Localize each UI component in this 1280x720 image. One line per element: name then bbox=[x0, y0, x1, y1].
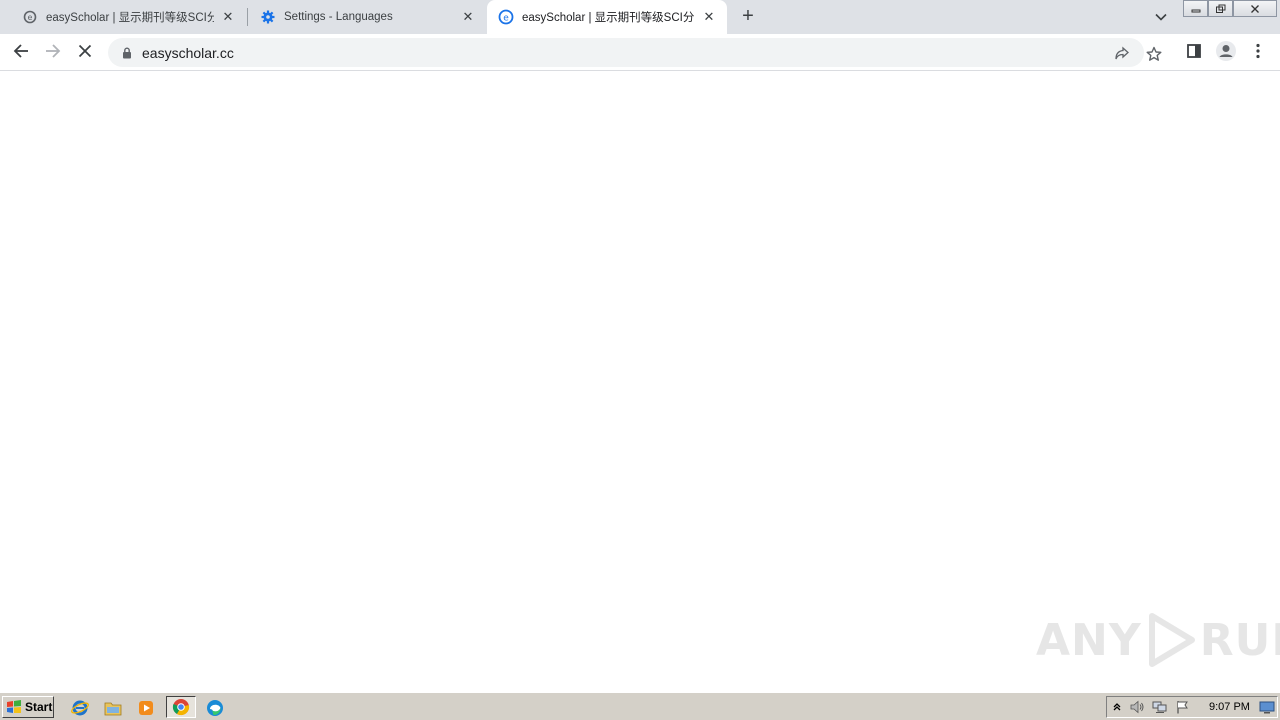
media-player-icon[interactable] bbox=[135, 697, 157, 718]
ie-icon[interactable] bbox=[69, 697, 91, 718]
tab-strip: e easyScholar | 显示期刊等级SCI分区 ✕ Settings -… bbox=[0, 0, 1280, 34]
menu-icon bbox=[1256, 43, 1260, 64]
lock-icon[interactable] bbox=[120, 46, 134, 60]
omnibox[interactable] bbox=[108, 38, 1162, 67]
close-tab-icon[interactable]: ✕ bbox=[220, 9, 236, 25]
close-window-button[interactable] bbox=[1233, 0, 1277, 17]
system-tray: 9:07 PM bbox=[1106, 696, 1278, 718]
side-panel-icon bbox=[1187, 43, 1201, 63]
tab-easyscholar-active[interactable]: e easyScholar | 显示期刊等级SCI分区 ✕ bbox=[487, 0, 727, 34]
browser-toolbar bbox=[0, 34, 1280, 71]
address-input[interactable] bbox=[142, 44, 1042, 61]
minimize-button[interactable] bbox=[1183, 0, 1208, 17]
window-controls bbox=[1183, 0, 1277, 18]
profile-button[interactable] bbox=[1213, 40, 1239, 66]
tab-title: easyScholar | 显示期刊等级SCI分区 bbox=[522, 12, 695, 24]
tab-settings-languages[interactable]: Settings - Languages ✕ bbox=[248, 0, 486, 34]
start-label: Start bbox=[25, 700, 53, 714]
easyscholar-icon: e bbox=[22, 9, 38, 25]
stop-loading-icon bbox=[78, 44, 92, 63]
share-icon[interactable] bbox=[1113, 45, 1131, 63]
close-tab-icon[interactable]: ✕ bbox=[701, 9, 717, 25]
chrome-icon[interactable] bbox=[166, 696, 196, 718]
restore-button[interactable] bbox=[1208, 0, 1233, 17]
side-panel-button[interactable] bbox=[1181, 40, 1207, 66]
watermark-text-left: ANY bbox=[1036, 614, 1142, 666]
tab-title: Settings - Languages bbox=[284, 11, 393, 23]
windows-flag-icon bbox=[7, 700, 21, 713]
edge-icon[interactable] bbox=[204, 697, 226, 718]
show-hidden-icons-icon[interactable] bbox=[1109, 699, 1125, 715]
start-button[interactable]: Start bbox=[2, 696, 54, 718]
forward-button[interactable] bbox=[40, 40, 66, 66]
bookmark-star-icon[interactable] bbox=[1145, 45, 1163, 63]
svg-text:e: e bbox=[503, 14, 509, 24]
close-tab-icon[interactable]: ✕ bbox=[460, 9, 476, 25]
show-desktop-icon[interactable] bbox=[1259, 699, 1275, 715]
profile-icon bbox=[1215, 40, 1237, 67]
back-button[interactable] bbox=[8, 40, 34, 66]
anyrun-watermark: ANY RUN bbox=[1036, 610, 1280, 670]
network-icon[interactable] bbox=[1152, 699, 1168, 715]
page-content bbox=[0, 72, 1280, 692]
back-icon bbox=[13, 43, 29, 64]
action-center-flag-icon[interactable] bbox=[1175, 699, 1191, 715]
tab-search-chevron-icon[interactable] bbox=[1150, 7, 1172, 27]
volume-icon[interactable] bbox=[1129, 699, 1145, 715]
gear-icon bbox=[260, 9, 276, 25]
tab-title: easyScholar | 显示期刊等级SCI分区 bbox=[46, 12, 214, 24]
watermark-text-right: RUN bbox=[1199, 614, 1280, 666]
explorer-icon[interactable] bbox=[102, 697, 124, 718]
stop-loading-button[interactable] bbox=[72, 40, 98, 66]
new-tab-button[interactable]: + bbox=[737, 5, 759, 27]
menu-button[interactable] bbox=[1245, 40, 1271, 66]
easyscholar-icon: e bbox=[498, 9, 514, 25]
watermark-play-icon bbox=[1148, 613, 1195, 667]
windows-taskbar: Start 9:07 PM bbox=[0, 692, 1280, 720]
tab-easyscholar-1[interactable]: e easyScholar | 显示期刊等级SCI分区 ✕ bbox=[0, 0, 246, 34]
forward-icon bbox=[45, 43, 61, 64]
taskbar-clock[interactable]: 9:07 PM bbox=[1209, 701, 1250, 713]
svg-text:e: e bbox=[28, 13, 33, 22]
